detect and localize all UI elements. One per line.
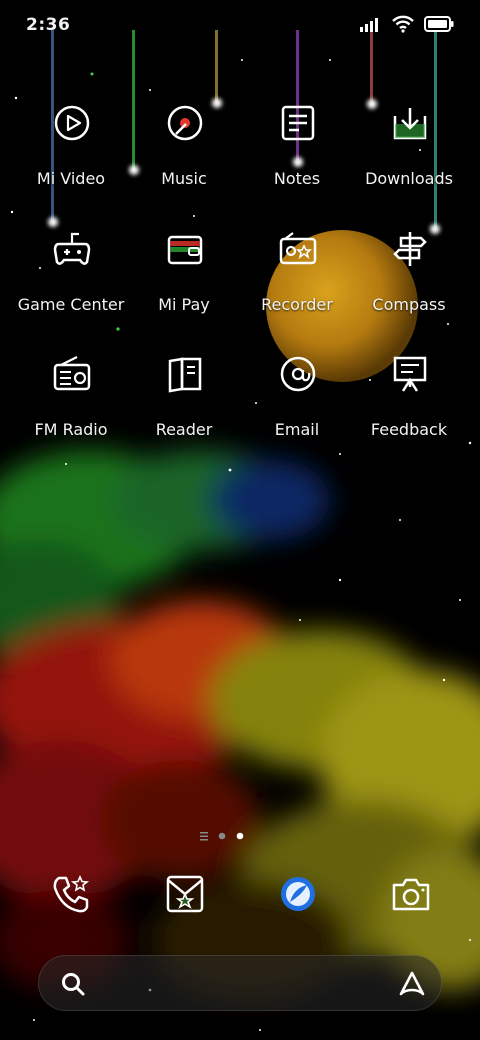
book-icon (168, 357, 202, 393)
app-label: Recorder (261, 295, 333, 314)
recorder-icon (279, 232, 317, 265)
app-label: Mi Video (36, 169, 106, 188)
app-label: Compass (372, 295, 446, 314)
wifi-icon (392, 15, 414, 33)
dock-browser[interactable] (276, 872, 320, 916)
app-mi-pay[interactable]: Mi Pay (124, 228, 244, 338)
notes-icon (281, 105, 315, 141)
search-bar[interactable] (38, 955, 442, 1011)
battery-icon (424, 16, 454, 32)
feed-page-icon (200, 832, 208, 841)
app-label: FM Radio (34, 420, 108, 439)
camera-icon (392, 878, 430, 911)
dock-messages[interactable] (163, 872, 207, 916)
status-icons (360, 15, 454, 33)
app-reader[interactable]: Reader (124, 353, 244, 463)
app-email[interactable]: Email (237, 353, 357, 463)
app-game-center[interactable]: Game Center (11, 228, 131, 338)
app-label: Reader (155, 420, 213, 439)
app-recorder[interactable]: Recorder (237, 228, 357, 338)
app-fm-radio[interactable]: FM Radio (11, 353, 131, 463)
messages-icon (166, 875, 204, 913)
app-label: Music (161, 169, 207, 188)
music-disc-icon (167, 105, 203, 141)
app-label: Feedback (370, 420, 448, 439)
app-notes[interactable]: Notes (237, 102, 357, 212)
download-icon (393, 108, 427, 140)
app-label: Game Center (17, 295, 125, 314)
gamepad-icon (53, 232, 91, 265)
page-dot-2-active (236, 832, 244, 840)
search-icon[interactable] (59, 970, 87, 998)
status-bar: 2:36 (0, 0, 480, 52)
assistant-icon[interactable] (397, 969, 427, 999)
app-label: Notes (273, 169, 321, 188)
app-feedback[interactable]: Feedback (349, 353, 469, 463)
at-icon (280, 356, 316, 392)
wallet-icon (167, 235, 203, 265)
app-label: Email (274, 420, 320, 439)
dock-camera[interactable] (389, 872, 433, 916)
radio-icon (53, 356, 91, 391)
page-indicator[interactable] (0, 829, 480, 843)
app-label: Mi Pay (158, 295, 210, 314)
browser-icon (281, 877, 315, 911)
app-music[interactable]: Music (124, 102, 244, 212)
dock-phone[interactable] (50, 872, 94, 916)
app-compass[interactable]: Compass (349, 228, 469, 338)
easel-icon (393, 356, 427, 392)
signpost-icon (393, 232, 427, 266)
app-downloads[interactable]: Downloads (349, 102, 469, 212)
phone-icon (53, 875, 90, 913)
play-icon (54, 105, 90, 141)
status-time: 2:36 (26, 15, 71, 35)
app-label: Downloads (365, 169, 453, 188)
app-mi-video[interactable]: Mi Video (11, 102, 131, 212)
page-dot-1 (218, 832, 226, 840)
signal-icon (360, 18, 378, 32)
